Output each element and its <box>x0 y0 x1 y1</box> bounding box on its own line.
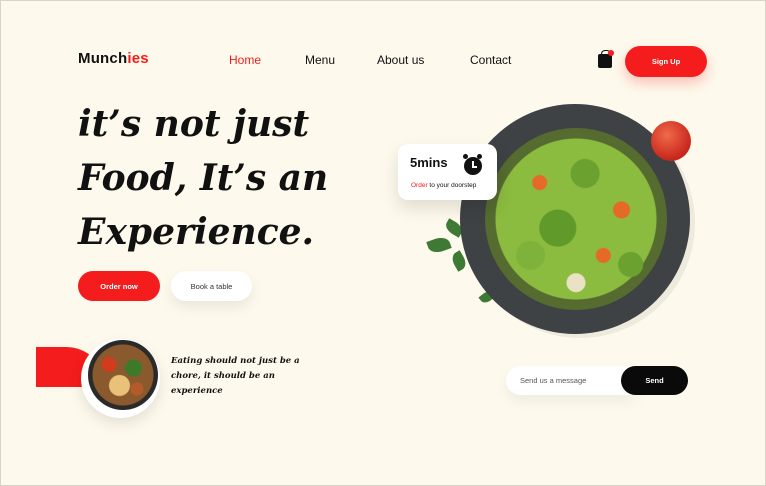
alarm-clock-icon <box>464 157 482 175</box>
hero-headline-line2: Food, It’s an <box>78 157 329 199</box>
send-button[interactable]: Send <box>621 366 688 395</box>
book-table-button[interactable]: Book a table <box>171 271 252 301</box>
brand-name-part1: Munch <box>78 50 128 67</box>
delivery-time-card <box>398 144 497 200</box>
nav-about-us[interactable]: About us <box>377 53 424 67</box>
hero-headline-line3: Experience. <box>78 211 315 253</box>
brand-name-part2: ies <box>127 50 149 67</box>
nav-home[interactable]: Home <box>229 53 261 67</box>
tomato-image <box>651 121 691 161</box>
delivery-time: 5mins <box>410 155 448 170</box>
nav-menu[interactable]: Menu <box>305 53 335 67</box>
cart-icon[interactable] <box>598 50 612 68</box>
order-now-button[interactable]: Order now <box>78 271 160 301</box>
nav-contact[interactable]: Contact <box>470 53 511 67</box>
delivery-order-word: Order <box>411 182 428 189</box>
tagline-text: Eating should not just be a chore, it sh… <box>171 356 300 396</box>
sign-up-button[interactable]: Sign Up <box>625 46 707 77</box>
noodle-bowl-image <box>88 340 158 410</box>
hero-headline: it’s not just Food, It’s an Experience. <box>78 97 398 259</box>
hero-headline-line1: it’s not just <box>78 103 310 145</box>
delivery-rest-text: to your doorstep <box>427 182 477 189</box>
delivery-subtitle: Order to your doorstep <box>411 182 476 189</box>
brand-logo[interactable]: Munchies <box>78 50 149 67</box>
cart-notification-dot <box>608 50 614 56</box>
message-input[interactable] <box>506 366 636 395</box>
broccoli-carrot-dish <box>485 128 667 310</box>
